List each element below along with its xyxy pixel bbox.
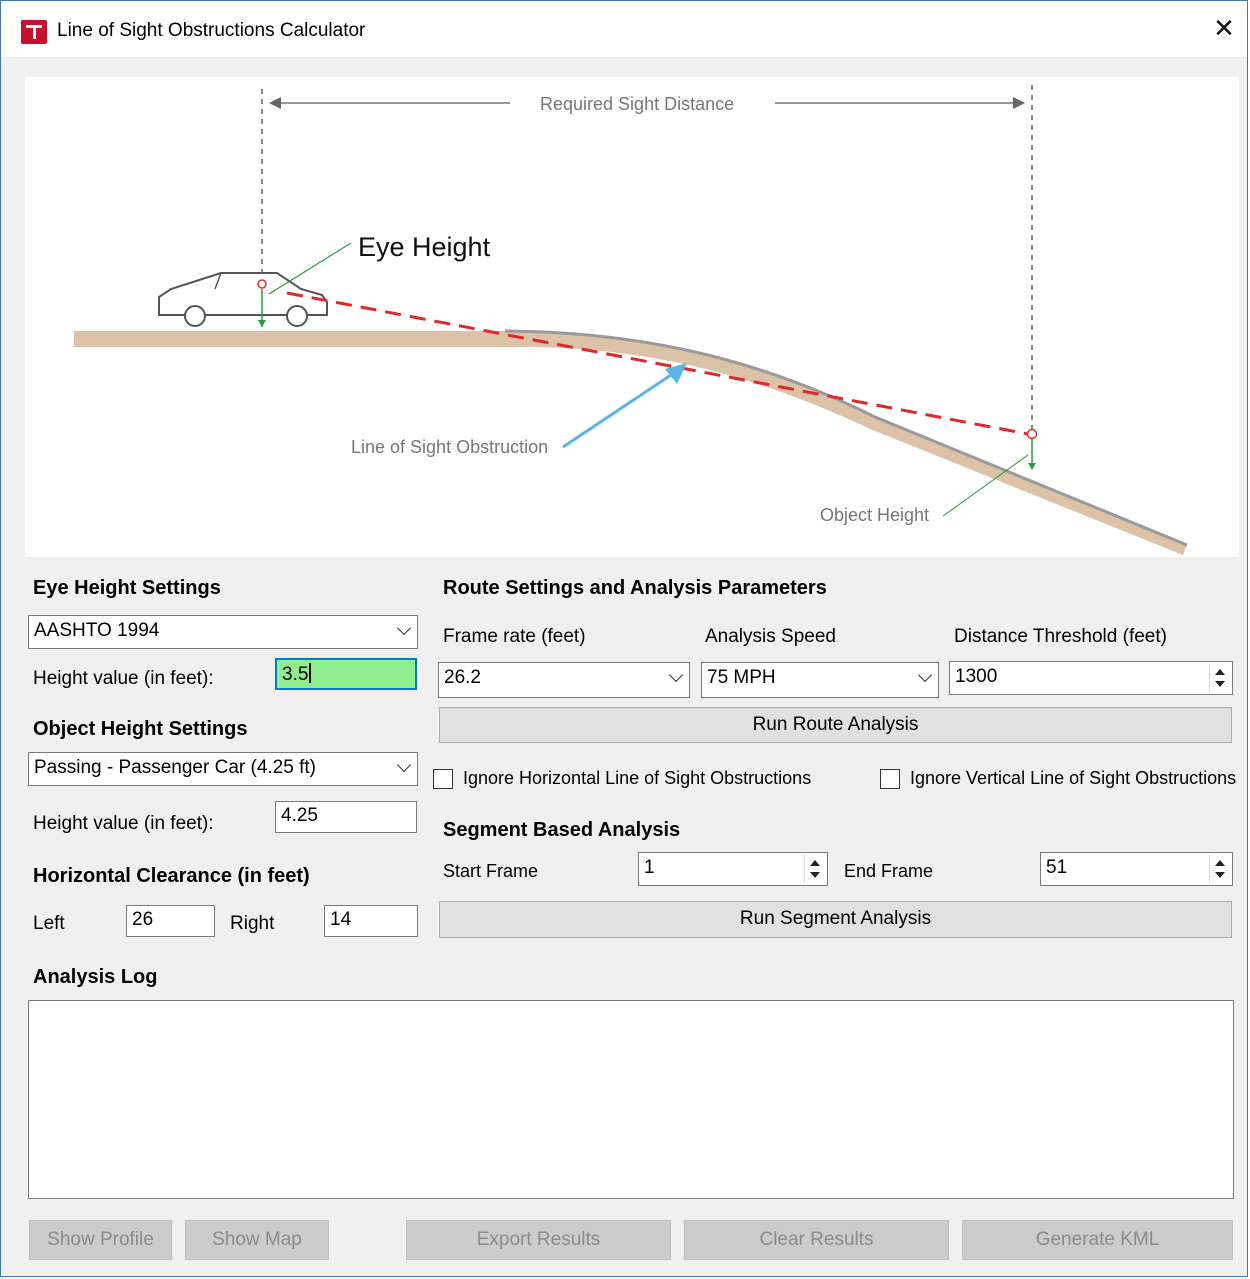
close-button[interactable]: ✕ xyxy=(1207,11,1241,45)
chevron-down-icon xyxy=(396,620,412,636)
main-window: Line of Sight Obstructions Calculator ✕ … xyxy=(0,0,1248,1277)
object-height-value-label: Height value (in feet): xyxy=(33,813,214,834)
horizontal-clearance-header: Horizontal Clearance (in feet) xyxy=(33,865,310,887)
generate-kml-button[interactable]: Generate KML xyxy=(962,1220,1233,1260)
line-of-sight-diagram: Required Sight Distance Eye Height Objec… xyxy=(25,77,1239,557)
spinner-arrows[interactable] xyxy=(1209,664,1230,692)
object-height-type-value: Passing - Passenger Car (4.25 ft) xyxy=(34,757,316,778)
right-clearance-label: Right xyxy=(230,913,275,934)
start-frame-value: 1 xyxy=(644,857,655,878)
spin-down-icon[interactable] xyxy=(1215,681,1225,687)
window-title: Line of Sight Obstructions Calculator xyxy=(57,20,366,41)
eye-height-value-text: 3.5 xyxy=(282,664,309,685)
object-height-value-input[interactable]: 4.25 xyxy=(275,801,417,833)
left-clearance-input[interactable]: 26 xyxy=(126,905,215,937)
distance-threshold-label: Distance Threshold (feet) xyxy=(954,626,1167,647)
spin-down-icon[interactable] xyxy=(1215,872,1225,878)
eye-height-settings-header: Eye Height Settings xyxy=(33,577,221,599)
eye-height-standard-select[interactable]: AASHTO 1994 xyxy=(28,615,418,649)
object-height-type-select[interactable]: Passing - Passenger Car (4.25 ft) xyxy=(28,752,418,786)
text-cursor xyxy=(309,663,312,683)
spin-up-icon[interactable] xyxy=(810,860,820,866)
analysis-log-textarea[interactable] xyxy=(28,1000,1234,1199)
show-profile-button[interactable]: Show Profile xyxy=(29,1220,172,1260)
run-segment-analysis-button[interactable]: Run Segment Analysis xyxy=(439,901,1232,938)
spinner-arrows[interactable] xyxy=(804,855,825,883)
right-clearance-input[interactable]: 14 xyxy=(324,905,418,937)
required-sight-distance-label: Required Sight Distance xyxy=(540,94,734,114)
run-route-analysis-button[interactable]: Run Route Analysis xyxy=(439,707,1232,743)
eye-height-standard-value: AASHTO 1994 xyxy=(34,620,160,641)
show-map-button[interactable]: Show Map xyxy=(185,1220,329,1260)
export-results-button[interactable]: Export Results xyxy=(406,1220,671,1260)
analysis-log-header: Analysis Log xyxy=(33,966,158,988)
object-height-settings-header: Object Height Settings xyxy=(33,718,248,740)
eye-height-value-label: Height value (in feet): xyxy=(33,668,214,689)
distance-threshold-value: 1300 xyxy=(955,666,998,687)
ignore-horizontal-checkbox[interactable] xyxy=(433,769,453,789)
end-frame-label: End Frame xyxy=(844,861,934,881)
analysis-speed-label: Analysis Speed xyxy=(705,626,836,647)
ignore-vertical-checkbox[interactable] xyxy=(880,769,900,789)
clear-results-button[interactable]: Clear Results xyxy=(684,1220,949,1260)
ignore-vertical-label: Ignore Vertical Line of Sight Obstructio… xyxy=(910,768,1237,788)
ignore-horizontal-label: Ignore Horizontal Line of Sight Obstruct… xyxy=(463,768,812,788)
object-height-label: Object Height xyxy=(820,505,929,525)
frame-rate-value: 26.2 xyxy=(444,667,481,688)
line-of-sight-obstruction-label: Line of Sight Obstruction xyxy=(351,437,548,457)
end-frame-spinner[interactable]: 51 xyxy=(1040,852,1233,886)
eye-height-value-input[interactable]: 3.5 xyxy=(275,658,417,690)
spinner-arrows[interactable] xyxy=(1209,855,1230,883)
chevron-down-icon xyxy=(668,667,684,683)
chevron-down-icon xyxy=(396,757,412,773)
distance-threshold-spinner[interactable]: 1300 xyxy=(949,661,1233,695)
app-icon xyxy=(21,20,47,44)
frame-rate-label: Frame rate (feet) xyxy=(443,626,586,647)
spin-up-icon[interactable] xyxy=(1215,860,1225,866)
start-frame-spinner[interactable]: 1 xyxy=(638,852,828,886)
start-frame-label: Start Frame xyxy=(443,861,539,881)
title-bar: Line of Sight Obstructions Calculator ✕ xyxy=(1,1,1247,57)
frame-rate-select[interactable]: 26.2 xyxy=(438,662,690,698)
diagram-illustration: Required Sight Distance Eye Height Objec… xyxy=(74,85,1188,555)
analysis-speed-select[interactable]: 75 MPH xyxy=(701,662,939,698)
route-settings-header: Route Settings and Analysis Parameters xyxy=(443,577,827,599)
spin-up-icon[interactable] xyxy=(1215,669,1225,675)
segment-analysis-header: Segment Based Analysis xyxy=(443,819,681,841)
end-frame-value: 51 xyxy=(1046,857,1068,878)
chevron-down-icon xyxy=(917,667,933,683)
spin-down-icon[interactable] xyxy=(810,872,820,878)
eye-height-label: Eye Height xyxy=(358,232,491,262)
left-clearance-label: Left xyxy=(33,913,65,934)
analysis-speed-value: 75 MPH xyxy=(707,667,776,688)
